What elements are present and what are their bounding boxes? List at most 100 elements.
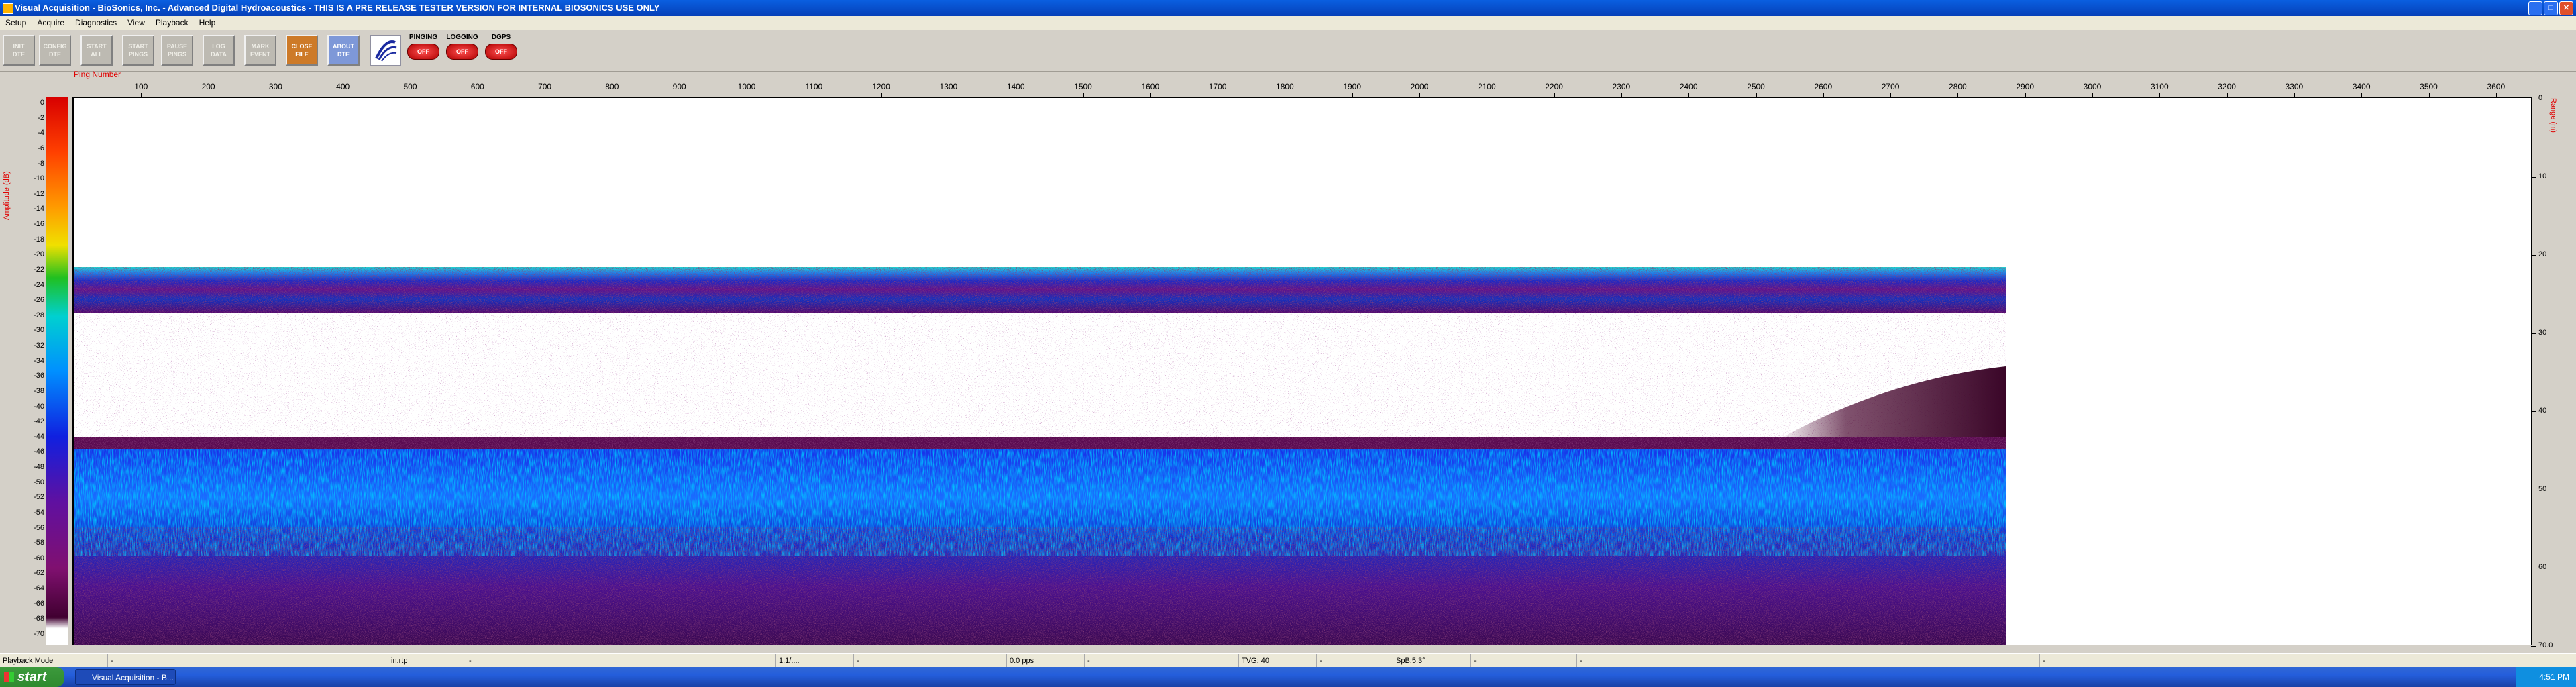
ping-tick-label: 800 — [605, 82, 619, 91]
amplitude-tick: -4 — [38, 129, 44, 138]
pause-pings-button[interactable]: PAUSE PINGS — [161, 35, 193, 66]
close-button[interactable]: ✕ — [2559, 1, 2573, 15]
ping-tick-label: 1500 — [1074, 82, 1092, 91]
ping-axis-title: Ping Number — [74, 70, 121, 79]
ping-tick-label: 2000 — [1410, 82, 1429, 91]
start-pings-button[interactable]: START PINGS — [122, 35, 154, 66]
echogram-image — [74, 267, 2006, 645]
taskbar-item-visual-acquisition[interactable]: Visual Acquisition - B... — [75, 669, 176, 685]
ping-tick-mark — [141, 93, 142, 97]
ping-tick-label: 3500 — [2420, 82, 2438, 91]
start-all-button[interactable]: START ALL — [80, 35, 113, 66]
amplitude-tick: -68 — [34, 615, 44, 623]
amplitude-color-scale — [46, 97, 68, 645]
close-file-button-label-bottom: FILE — [295, 51, 309, 58]
ping-tick-label: 1100 — [805, 82, 823, 91]
status-pane: - — [466, 654, 472, 668]
amplitude-tick: -18 — [34, 235, 44, 244]
amplitude-tick: -2 — [38, 113, 44, 122]
ping-tick-label: 2600 — [1814, 82, 1833, 91]
status-pane: - — [1470, 654, 1477, 668]
mark-event-button-label-top: MARK — [251, 43, 270, 50]
amplitude-tick: -58 — [34, 539, 44, 547]
menu-acquire[interactable]: Acquire — [32, 16, 70, 30]
ping-tick-label: 1400 — [1006, 82, 1025, 91]
init-dte-button[interactable]: INIT DTE — [3, 35, 35, 66]
ping-tick-label: 3600 — [2487, 82, 2506, 91]
indicator-label: LOGGING — [446, 34, 478, 41]
about-dte-button-label-top: ABOUT — [333, 43, 354, 50]
mark-event-button-label-bottom: EVENT — [250, 51, 270, 58]
amplitude-tick: -28 — [34, 311, 44, 319]
ping-tick-label: 2400 — [1679, 82, 1698, 91]
amplitude-tick: 0 — [40, 99, 44, 107]
status-pane: - — [2039, 654, 2045, 668]
amplitude-tick: -50 — [34, 478, 44, 486]
amplitude-tick: -62 — [34, 569, 44, 578]
amplitude-tick: -24 — [34, 280, 44, 289]
amplitude-tick: -32 — [34, 341, 44, 350]
echogram-plot[interactable] — [72, 97, 2532, 645]
log-data-button-label-bottom: DATA — [211, 51, 227, 58]
amplitude-tick: -20 — [34, 250, 44, 259]
mark-event-button[interactable]: MARK EVENT — [244, 35, 276, 66]
ping-tick-mark — [2025, 93, 2026, 97]
start-button[interactable]: start — [0, 667, 64, 687]
log-data-button[interactable]: LOG DATA — [203, 35, 235, 66]
amplitude-tick: -16 — [34, 220, 44, 229]
ping-tick-label: 200 — [201, 82, 215, 91]
ping-tick-mark — [1823, 93, 1824, 97]
ping-tick-label: 3300 — [2285, 82, 2304, 91]
amplitude-tick: -40 — [34, 402, 44, 411]
indicator-led-icon: OFF — [446, 44, 478, 60]
status-pane: - — [1316, 654, 1322, 668]
amplitude-tick: -22 — [34, 265, 44, 274]
ping-tick-label: 1200 — [872, 82, 890, 91]
indicator-led-icon: OFF — [407, 44, 439, 60]
ping-tick-label: 1600 — [1141, 82, 1160, 91]
start-all-button-label-bottom: ALL — [91, 51, 103, 58]
ping-tick-label: 2100 — [1477, 82, 1496, 91]
biosonics-logo-icon — [375, 40, 397, 62]
amplitude-tick: -6 — [38, 144, 44, 152]
close-file-button-label-top: CLOSE — [291, 43, 313, 50]
ping-tick-label: 700 — [538, 82, 552, 91]
ping-tick-label: 100 — [134, 82, 148, 91]
menu-view[interactable]: View — [122, 16, 150, 30]
status-pane: 1:1/.... — [775, 654, 800, 668]
log-data-button-label-top: LOG — [212, 43, 225, 50]
ping-tick-label: 900 — [672, 82, 686, 91]
about-dte-button[interactable]: ABOUT DTE — [327, 35, 360, 66]
range-axis-line — [2531, 97, 2532, 645]
about-dte-button-label-bottom: DTE — [337, 51, 350, 58]
ping-tick-mark — [1621, 93, 1622, 97]
config-dte-button-label-bottom: DTE — [49, 51, 61, 58]
amplitude-tick: -60 — [34, 553, 44, 562]
menu-diagnostics[interactable]: Diagnostics — [70, 16, 122, 30]
range-tick-mark — [2531, 333, 2536, 334]
amplitude-tick: -14 — [34, 205, 44, 213]
ping-tick-mark — [2361, 93, 2363, 97]
range-tick-mark — [2531, 411, 2536, 412]
menu-playback[interactable]: Playback — [150, 16, 194, 30]
minimize-button[interactable]: _ — [2528, 1, 2542, 15]
init-dte-button-label-bottom: DTE — [13, 51, 25, 58]
ping-tick-label: 2200 — [1545, 82, 1563, 91]
maximize-button[interactable]: □ — [2544, 1, 2558, 15]
status-pane: - — [107, 654, 113, 668]
range-tick-mark — [2531, 645, 2536, 647]
amplitude-tick: -42 — [34, 417, 44, 426]
menu-setup[interactable]: Setup — [0, 16, 32, 30]
indicator-dgps: DGPS OFF — [482, 34, 520, 67]
close-file-button[interactable]: CLOSE FILE — [286, 35, 318, 66]
config-dte-button[interactable]: CONFIG DTE — [39, 35, 71, 66]
toolbar: INIT DTE CONFIG DTE START ALL START PINGS PAUSE P… — [0, 30, 2576, 72]
range-axis-title: Range (m) — [2549, 98, 2557, 133]
biosonics-logo-button[interactable] — [370, 35, 401, 66]
config-dte-button-label-top: CONFIG — [43, 43, 67, 50]
amplitude-tick: -34 — [34, 356, 44, 365]
menu-help[interactable]: Help — [194, 16, 221, 30]
ping-tick-mark — [1957, 93, 1959, 97]
windows-logo-icon — [4, 672, 14, 682]
ping-tick-label: 1800 — [1276, 82, 1294, 91]
